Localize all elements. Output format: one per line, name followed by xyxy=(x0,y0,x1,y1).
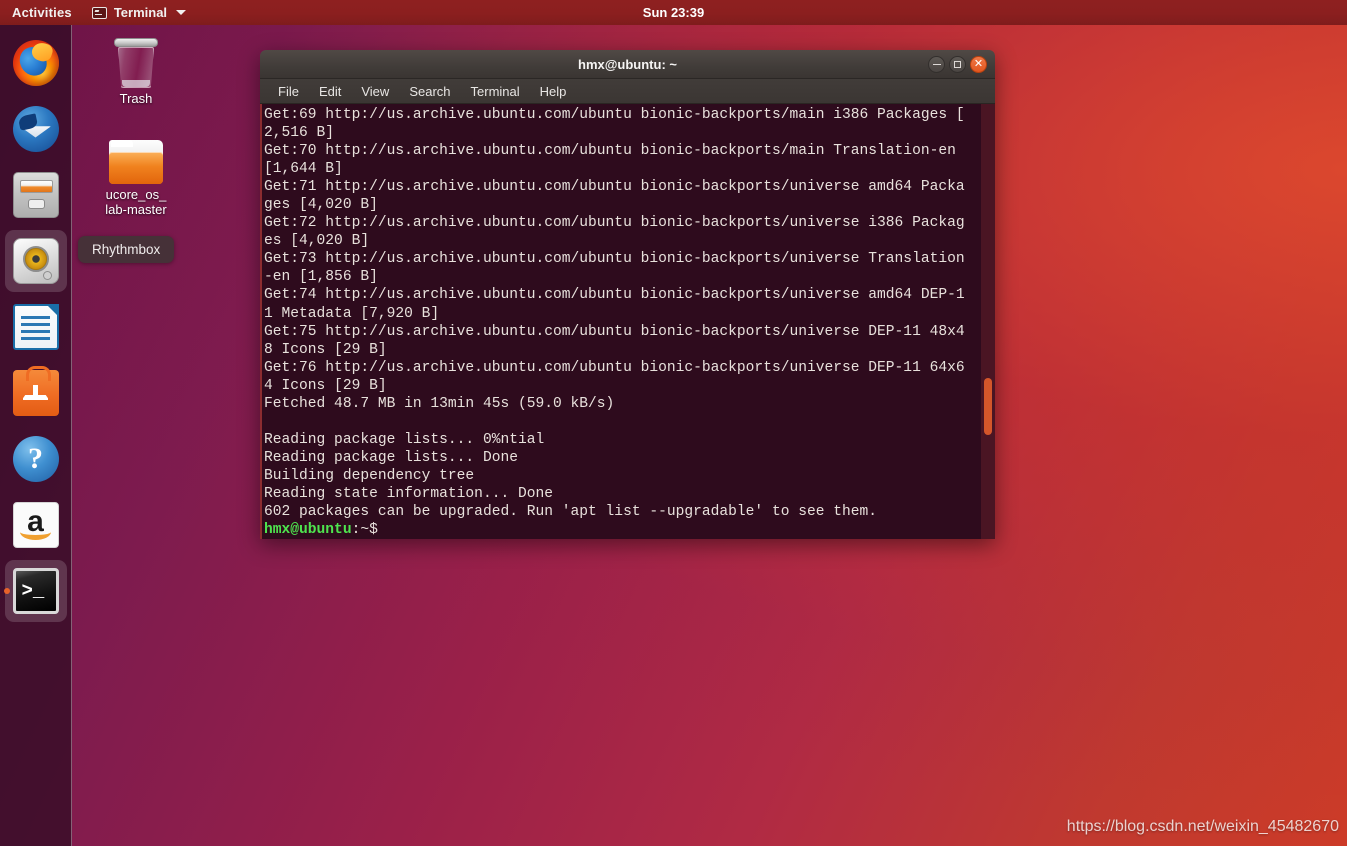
dock-item-libreoffice-writer[interactable] xyxy=(5,296,67,358)
menu-item-search[interactable]: Search xyxy=(401,82,458,101)
minimize-button[interactable] xyxy=(928,56,945,73)
close-button[interactable]: ✕ xyxy=(970,56,987,73)
maximize-icon xyxy=(954,61,961,68)
terminal-icon xyxy=(91,6,107,19)
app-menu-terminal[interactable]: Terminal xyxy=(84,5,194,20)
window-titlebar[interactable]: hmx@ubuntu: ~ ✕ xyxy=(260,50,995,79)
terminal-output: Get:69 http://us.archive.ubuntu.com/ubun… xyxy=(264,106,977,539)
wallpaper-arc xyxy=(0,560,1347,846)
terminal-menubar: File Edit View Search Terminal Help xyxy=(260,79,995,104)
maximize-button[interactable] xyxy=(949,56,966,73)
amazon-letter: a xyxy=(27,505,44,538)
top-bar: Activities Terminal Sun 23:39 xyxy=(0,0,1347,25)
dock-item-ubuntu-software[interactable] xyxy=(5,362,67,424)
watermark: https://blog.csdn.net/weixin_45482670 xyxy=(1066,818,1339,835)
amazon-icon: a xyxy=(12,502,59,548)
trash-body xyxy=(118,47,154,88)
firefox-icon xyxy=(12,40,59,86)
menu-item-view[interactable]: View xyxy=(353,82,397,101)
dock-item-terminal[interactable]: >_ xyxy=(3,560,67,622)
dock-item-amazon[interactable]: a xyxy=(5,494,67,556)
writer-icon xyxy=(12,303,59,350)
running-indicator-dot xyxy=(3,588,10,594)
menu-item-edit[interactable]: Edit xyxy=(311,82,349,101)
terminal-icon: >_ xyxy=(12,568,59,614)
terminal-scrollbar[interactable] xyxy=(981,104,995,539)
dock-item-files[interactable] xyxy=(5,164,67,226)
shell-prompt-path: :~$ xyxy=(351,522,387,539)
trash-icon xyxy=(113,38,159,88)
desktop-icon-trash[interactable]: Trash xyxy=(82,38,190,106)
tooltip-rhythmbox: Rhythmbox xyxy=(78,236,175,263)
app-menu-label: Terminal xyxy=(113,5,168,20)
menu-item-help[interactable]: Help xyxy=(532,82,575,101)
folder-icon xyxy=(109,140,163,184)
dock-item-rhythmbox[interactable] xyxy=(4,230,67,292)
rhythmbox-icon xyxy=(12,238,59,284)
menu-item-file[interactable]: File xyxy=(270,82,307,101)
minimize-icon xyxy=(932,63,941,66)
desktop-icon-label: Trash xyxy=(119,91,153,106)
activities-button[interactable]: Activities xyxy=(0,5,84,20)
wallpaper-arc xyxy=(1000,60,1347,846)
terminal-window[interactable]: hmx@ubuntu: ~ ✕ File Edit View Search Te… xyxy=(260,50,995,539)
software-icon xyxy=(12,365,59,416)
close-icon: ✕ xyxy=(973,58,984,70)
dock-item-help[interactable]: ? xyxy=(5,428,67,490)
desktop-icon-ucore-folder[interactable]: ucore_os_ lab-master xyxy=(82,140,190,217)
dock: ? a >_ xyxy=(0,25,72,846)
folder-front xyxy=(109,152,163,184)
window-title: hmx@ubuntu: ~ xyxy=(578,56,677,72)
dock-item-thunderbird[interactable] xyxy=(5,98,67,160)
help-icon: ? xyxy=(12,436,59,482)
menu-item-terminal[interactable]: Terminal xyxy=(463,82,528,101)
shell-prompt-user: hmx@ubuntu xyxy=(264,522,352,539)
scrollbar-thumb[interactable] xyxy=(984,378,992,435)
desktop-icon-label: ucore_os_ lab-master xyxy=(105,187,167,217)
chevron-down-icon xyxy=(176,10,187,15)
clock[interactable]: Sun 23:39 xyxy=(643,5,704,20)
folder-tab xyxy=(111,140,133,147)
thunderbird-icon xyxy=(12,106,59,152)
trash-lid xyxy=(114,38,158,47)
window-controls: ✕ xyxy=(928,50,987,79)
dock-item-firefox[interactable] xyxy=(5,32,67,94)
terminal-body[interactable]: Get:69 http://us.archive.ubuntu.com/ubun… xyxy=(260,104,995,539)
files-icon xyxy=(12,172,59,218)
terminal-output-text: Get:69 http://us.archive.ubuntu.com/ubun… xyxy=(264,107,965,521)
